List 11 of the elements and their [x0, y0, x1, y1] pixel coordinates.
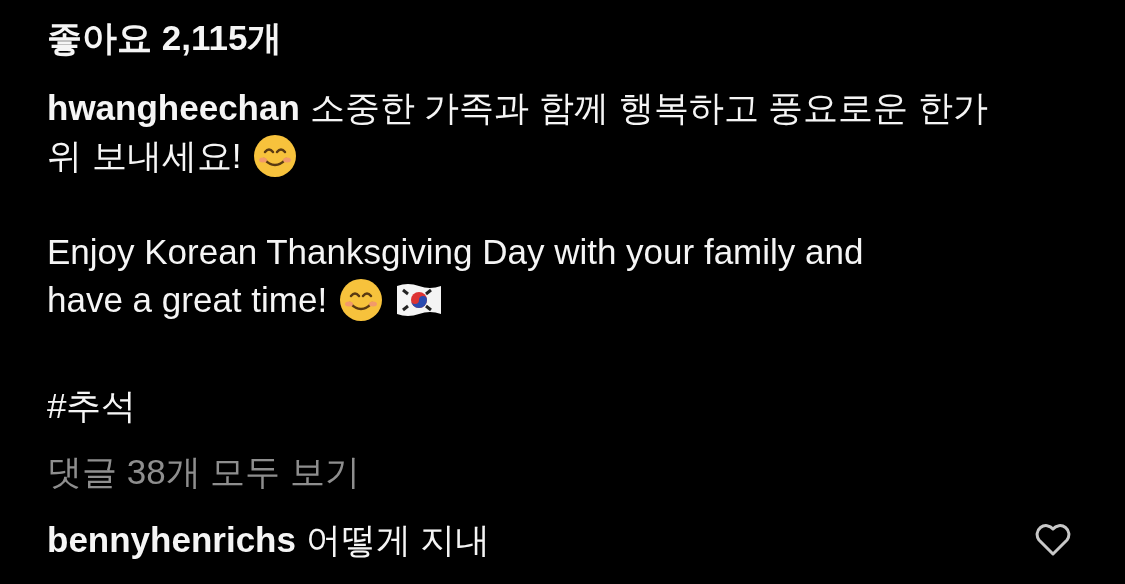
caption-text: 위 보내세요!: [47, 135, 242, 177]
smiling-face-icon: [253, 134, 298, 178]
caption-translation: Enjoy Korean Thanksgiving Day with your family and: [47, 231, 864, 273]
hashtag-link[interactable]: #추석: [47, 382, 137, 430]
heart-icon[interactable]: [1035, 524, 1071, 556]
smiling-face-icon: [339, 278, 384, 322]
comment-text: bennyhenrichs 어떻게 지내: [47, 519, 491, 561]
likes-count[interactable]: 좋아요 2,115개: [47, 14, 283, 62]
caption-translation: have a great time!: [47, 279, 328, 321]
view-comments-link[interactable]: 댓글 38개 모두 보기: [47, 448, 361, 496]
caption-text: hwangheechan 소중한 가족과 함께 행복하고 풍요로운 한가: [47, 87, 989, 129]
